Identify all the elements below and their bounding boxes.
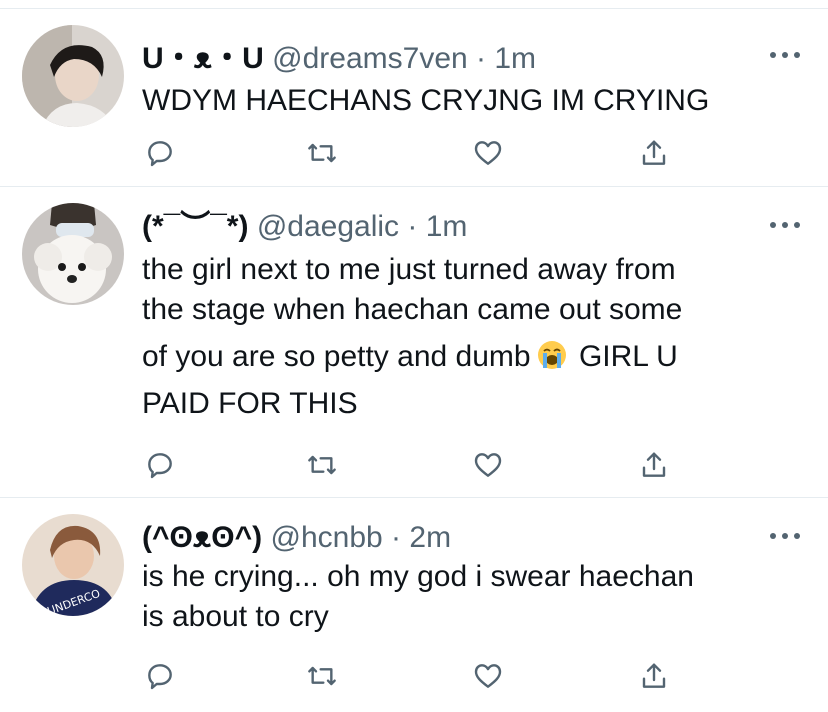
retweet-icon[interactable]	[302, 445, 342, 485]
more-icon[interactable]	[770, 45, 800, 65]
handle[interactable]: @daegalic	[257, 210, 399, 243]
separator: ·	[391, 521, 402, 554]
share-icon[interactable]	[634, 133, 674, 173]
tweet-text-fragment: GIRL U	[578, 340, 678, 373]
tweet-actions	[0, 445, 828, 485]
tweet-text-line: the stage when haechan came out some	[142, 293, 683, 326]
reply-icon[interactable]	[140, 445, 180, 485]
reply-icon[interactable]	[140, 656, 180, 696]
retweet-icon[interactable]	[302, 133, 342, 173]
display-name[interactable]: (*¯︶¯*)	[142, 210, 248, 243]
more-icon[interactable]	[770, 526, 800, 546]
tweet[interactable]: UNDERCO (^ʘᴥʘ^) @hcnbb · 2m is he crying…	[0, 498, 828, 712]
tweet[interactable]: U・ᴥ・U @dreams7ven · 1m WDYM HAECHANS CRY…	[0, 9, 828, 187]
tweet-text-line-with-emoji: of you are so petty and dumb GIRL U	[142, 330, 802, 384]
avatar[interactable]: UNDERCO	[22, 514, 124, 616]
tweet-header: U・ᴥ・U @dreams7ven · 1m	[142, 39, 536, 79]
handle[interactable]: @dreams7ven	[272, 42, 468, 75]
avatar[interactable]	[22, 25, 124, 127]
tweet-text: is he crying... oh my god i swear haecha…	[142, 557, 802, 637]
more-icon[interactable]	[770, 215, 800, 235]
tweet-text-line: is about to cry	[142, 600, 329, 633]
timestamp[interactable]: 1m	[426, 210, 468, 243]
timestamp[interactable]: 1m	[494, 42, 536, 75]
tweet-actions	[0, 133, 828, 173]
share-icon[interactable]	[634, 445, 674, 485]
separator: ·	[476, 42, 487, 75]
tweet-text-fragment: of you are so petty and dumb	[142, 340, 531, 373]
tweet-text-line: the girl next to me just turned away fro…	[142, 253, 676, 286]
tweet-header: (^ʘᴥʘ^) @hcnbb · 2m	[142, 518, 451, 558]
heart-icon[interactable]	[468, 133, 508, 173]
reply-icon[interactable]	[140, 133, 180, 173]
tweet-text-line: is he crying... oh my god i swear haecha…	[142, 560, 694, 593]
tweet[interactable]: (*¯︶¯*) @daegalic · 1m the girl next to …	[0, 187, 828, 498]
share-icon[interactable]	[634, 656, 674, 696]
tweet-actions	[0, 656, 828, 696]
tweet-text: WDYM HAECHANS CRYJNG IM CRYING	[142, 81, 802, 121]
tweet-text-line: PAID FOR THIS	[142, 387, 358, 420]
handle[interactable]: @hcnbb	[271, 521, 383, 554]
tweet-feed: U・ᴥ・U @dreams7ven · 1m WDYM HAECHANS CRY…	[0, 0, 828, 712]
retweet-icon[interactable]	[302, 656, 342, 696]
tweet-header: (*¯︶¯*) @daegalic · 1m	[142, 207, 467, 247]
display-name[interactable]: U・ᴥ・U	[142, 42, 264, 75]
heart-icon[interactable]	[468, 656, 508, 696]
timestamp[interactable]: 2m	[409, 521, 451, 554]
tweet-text-line: WDYM HAECHANS CRYJNG IM CRYING	[142, 84, 710, 117]
display-name[interactable]: (^ʘᴥʘ^)	[142, 521, 262, 554]
tweet-text: the girl next to me just turned away fro…	[142, 250, 802, 424]
loudly-crying-face-emoji	[537, 341, 566, 369]
separator: ·	[407, 210, 418, 243]
avatar[interactable]	[22, 203, 124, 305]
heart-icon[interactable]	[468, 445, 508, 485]
